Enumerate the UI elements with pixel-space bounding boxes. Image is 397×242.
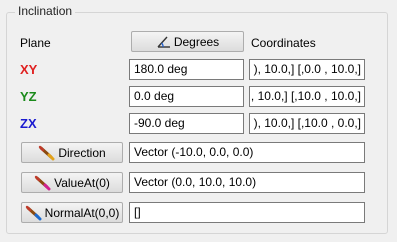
axis-label-zx: ZX: [20, 116, 37, 131]
brush-icon: [39, 145, 55, 160]
coordinates-label: Coordinates: [251, 36, 316, 50]
axis-label-yz: YZ: [20, 89, 37, 104]
value-at-button-label: ValueAt(0): [54, 175, 110, 190]
direction-button-label: Direction: [58, 145, 106, 160]
value-at-output-field[interactable]: Vector (0.0, 10.0, 10.0): [129, 172, 365, 193]
brush-icon: [25, 205, 42, 220]
xy-coordinates-value: ), 10.0,] [,0.0 , 10.0,]: [253, 62, 361, 76]
axis-label-xy: XY: [20, 62, 38, 77]
panel-title: Inclination: [15, 4, 76, 19]
yz-coordinates-value: , 10.0,] [,10.0 , 10.0,]: [250, 89, 361, 103]
zx-coordinates-field[interactable]: ), 10.0,] [,10.0 , 0.0,]: [249, 113, 365, 134]
zx-angle-field[interactable]: -90.0 deg: [129, 113, 244, 134]
yz-angle-field[interactable]: 0.0 deg: [129, 86, 244, 107]
normal-at-output-field[interactable]: []: [129, 202, 365, 223]
zx-coordinates-value: ), 10.0,] [,10.0 , 0.0,]: [253, 116, 361, 130]
xy-angle-field[interactable]: 180.0 deg: [129, 59, 244, 80]
degrees-button[interactable]: Degrees: [131, 31, 244, 52]
plane-label: Plane: [20, 36, 51, 50]
angle-icon: [157, 36, 170, 48]
xy-coordinates-field[interactable]: ), 10.0,] [,0.0 , 10.0,]: [249, 59, 365, 80]
yz-coordinates-field[interactable]: , 10.0,] [,10.0 , 10.0,]: [249, 86, 365, 107]
direction-output-field[interactable]: Vector (-10.0, 0.0, 0.0): [129, 142, 365, 163]
degrees-button-label: Degrees: [173, 34, 220, 49]
brush-icon: [34, 175, 51, 190]
value-at-button[interactable]: ValueAt(0): [21, 172, 123, 193]
normal-at-button[interactable]: NormalAt(0,0): [21, 202, 123, 223]
normal-at-button-label: NormalAt(0,0): [44, 205, 120, 220]
direction-button[interactable]: Direction: [21, 142, 123, 163]
